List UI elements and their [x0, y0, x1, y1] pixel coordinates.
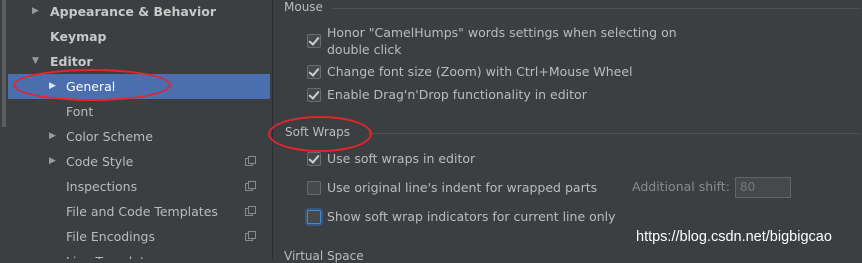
tree-item-label: Code Style [66, 154, 134, 169]
tree-item-label: File and Code Templates [66, 204, 218, 219]
option-label-line1: Honor "CamelHumps" words settings when s… [327, 25, 677, 40]
option-label: Change font size (Zoom) with Ctrl+Mouse … [327, 64, 633, 79]
option-label-line2: double click [327, 42, 402, 57]
option-label: Enable Drag'n'Drop functionality in edit… [327, 87, 587, 102]
tree-item-keymap[interactable]: Keymap [8, 24, 272, 49]
tree-item-code-style[interactable]: ▶ Code Style [8, 149, 272, 174]
checkbox[interactable] [307, 210, 321, 224]
copy-icon [245, 231, 256, 242]
expand-arrow-icon[interactable]: ▶ [49, 74, 56, 99]
checkbox[interactable] [307, 88, 321, 102]
option-label: Show soft wrap indicators for current li… [327, 209, 616, 224]
tree-item-label: Appearance & Behavior [50, 4, 216, 19]
section-title-soft-wraps: Soft Wraps [285, 125, 350, 139]
expand-arrow-icon[interactable]: ▶ [32, 0, 39, 24]
section-title-mouse: Mouse [284, 0, 323, 14]
copy-icon [245, 181, 256, 192]
tree-item-font[interactable]: Font [8, 99, 272, 124]
option-use-soft-wraps[interactable]: Use soft wraps in editor [307, 150, 707, 168]
tree-item-label: Font [66, 104, 94, 119]
tree-item-file-code-templates[interactable]: File and Code Templates [8, 199, 272, 224]
tree-item-editor[interactable]: ▼ Editor [8, 49, 272, 74]
copy-icon [245, 156, 256, 167]
option-drag-drop[interactable]: Enable Drag'n'Drop functionality in edit… [307, 86, 707, 104]
option-wrap-indicators[interactable]: Show soft wrap indicators for current li… [307, 208, 707, 226]
tree-item-file-encodings[interactable]: File Encodings [8, 224, 272, 249]
left-edge-bar [2, 0, 6, 127]
copy-icon [245, 206, 256, 217]
checkbox[interactable] [307, 34, 321, 48]
left-edge-strip [0, 0, 8, 259]
section-title-virtual-space: Virtual Space [284, 249, 364, 263]
tree-item-label: Live Templates [66, 249, 159, 259]
additional-shift-input[interactable]: 80 [735, 177, 791, 198]
tree-item-label: Keymap [50, 29, 107, 44]
collapse-arrow-icon[interactable]: ▼ [32, 49, 39, 74]
option-label: Use original line's indent for wrapped p… [327, 180, 598, 195]
tree-item-color-scheme[interactable]: ▶ Color Scheme [8, 124, 272, 149]
checkbox[interactable] [307, 181, 321, 195]
tree-item-live-templates[interactable]: Live Templates [8, 249, 272, 259]
tree-item-label: Editor [50, 54, 93, 69]
option-label: Use soft wraps in editor [327, 151, 476, 166]
expand-arrow-icon[interactable]: ▶ [49, 149, 56, 174]
tree-item-label: Inspections [66, 179, 138, 194]
checkbox[interactable] [307, 152, 321, 166]
settings-tree: ▶ Appearance & Behavior Keymap ▼ Editor … [8, 0, 272, 259]
tree-item-appearance-behavior[interactable]: ▶ Appearance & Behavior [8, 0, 272, 24]
expand-arrow-icon[interactable]: ▶ [49, 124, 56, 149]
option-camelhumps[interactable]: Honor "CamelHumps" words settings when s… [307, 24, 707, 60]
section-separator [333, 8, 859, 9]
section-separator [368, 133, 859, 134]
watermark: https://blog.csdn.net/bigbigcao [636, 229, 832, 245]
option-original-indent[interactable]: Use original line's indent for wrapped p… [307, 179, 607, 197]
tree-item-general[interactable]: ▶ General [8, 74, 272, 99]
tree-item-label: General [66, 79, 116, 94]
settings-content: Mouse Honor "CamelHumps" words settings … [273, 0, 862, 263]
checkbox[interactable] [307, 65, 321, 79]
tree-item-label: File Encodings [66, 229, 156, 244]
tree-item-inspections[interactable]: Inspections [8, 174, 272, 199]
tree-item-label: Color Scheme [66, 129, 153, 144]
additional-shift-label: Additional shift: [632, 179, 730, 194]
option-zoom-font[interactable]: Change font size (Zoom) with Ctrl+Mouse … [307, 63, 707, 81]
